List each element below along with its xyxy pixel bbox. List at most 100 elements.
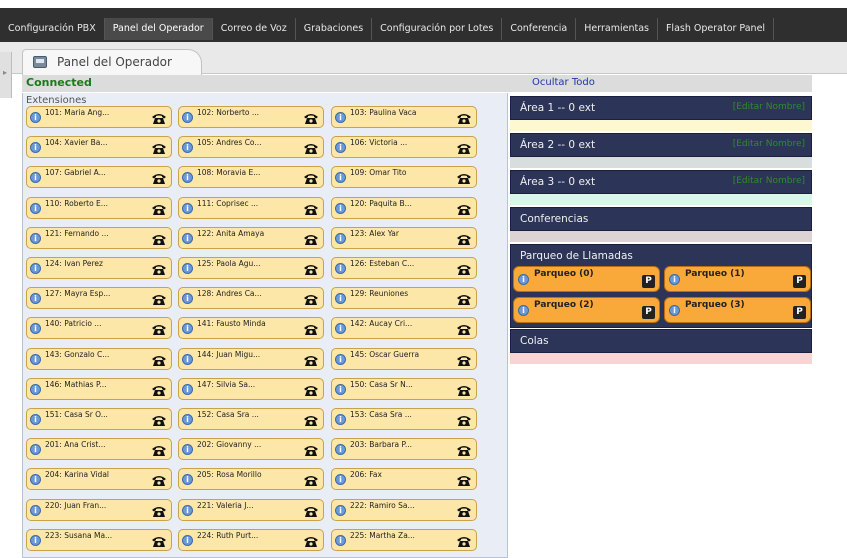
info-icon[interactable]: i <box>182 353 193 365</box>
telephone-icon[interactable] <box>151 203 167 216</box>
nav-item[interactable]: Panel del Operador <box>104 18 213 40</box>
extension-card[interactable]: i 147: Silvia Sa... <box>178 377 324 400</box>
telephone-icon[interactable] <box>151 414 167 427</box>
telephone-icon[interactable] <box>456 293 472 306</box>
telephone-icon[interactable] <box>456 505 472 518</box>
telephone-icon[interactable] <box>303 505 319 518</box>
info-icon[interactable]: i <box>30 232 41 244</box>
telephone-icon[interactable] <box>303 172 319 185</box>
extension-card[interactable]: i 127: Mayra Esp... <box>26 287 172 310</box>
info-icon[interactable]: i <box>30 263 41 274</box>
info-icon[interactable]: i <box>182 232 193 244</box>
extension-card[interactable]: i 107: Gabriel A... <box>26 166 172 189</box>
nav-item[interactable]: Flash Operator Panel <box>658 18 775 40</box>
extension-card[interactable]: i 202: Giovanny ... <box>178 438 324 461</box>
info-icon[interactable]: i <box>335 353 346 365</box>
info-icon[interactable]: i <box>30 534 41 546</box>
telephone-icon[interactable] <box>151 233 167 246</box>
info-icon[interactable]: i <box>182 323 193 335</box>
telephone-icon[interactable] <box>456 535 472 548</box>
info-icon[interactable]: i <box>182 414 193 425</box>
info-icon[interactable]: i <box>182 504 193 516</box>
extension-card[interactable]: i 206: Fax <box>331 468 477 491</box>
info-icon[interactable]: i <box>182 293 193 305</box>
telephone-icon[interactable] <box>303 142 319 155</box>
telephone-icon[interactable] <box>151 142 167 155</box>
extension-card[interactable]: i 223: Susana Ma... <box>26 528 172 551</box>
info-icon[interactable]: i <box>335 232 346 244</box>
telephone-icon[interactable] <box>303 535 319 548</box>
telephone-icon[interactable] <box>456 203 472 216</box>
parking-slot[interactable]: i Parqueo (0) P <box>513 266 660 292</box>
info-icon[interactable]: i <box>30 444 41 456</box>
info-icon[interactable]: i <box>30 353 41 365</box>
info-icon[interactable]: i <box>182 112 193 123</box>
extension-card[interactable]: i 121: Fernando ... <box>26 226 172 249</box>
info-icon[interactable]: i <box>335 112 346 123</box>
info-icon[interactable]: i <box>30 504 41 516</box>
telephone-icon[interactable] <box>303 414 319 427</box>
extension-card[interactable]: i 111: Coprisec ... <box>178 196 324 219</box>
edit-name-link[interactable]: [Editar Nombre] <box>733 102 805 112</box>
telephone-icon[interactable] <box>456 263 472 276</box>
extension-card[interactable]: i 205: Rosa Morillo <box>178 468 324 491</box>
info-icon[interactable]: i <box>335 383 346 395</box>
info-icon[interactable]: i <box>335 172 346 184</box>
info-icon[interactable]: i <box>182 383 193 395</box>
extension-card[interactable]: i 220: Juan Fran... <box>26 498 172 521</box>
parking-slot[interactable]: i Parqueo (2) P <box>513 297 660 323</box>
extension-card[interactable]: i 104: Xavier Ba... <box>26 136 172 159</box>
info-icon[interactable]: i <box>30 112 41 123</box>
telephone-icon[interactable] <box>456 354 472 367</box>
info-icon[interactable]: i <box>335 142 346 154</box>
edit-name-link[interactable]: [Editar Nombre] <box>733 139 805 149</box>
extension-card[interactable]: i 120: Paquita B... <box>331 196 477 219</box>
telephone-icon[interactable] <box>456 112 472 125</box>
info-icon[interactable]: i <box>182 172 193 184</box>
telephone-icon[interactable] <box>151 444 167 457</box>
extension-card[interactable]: i 203: Barbara P... <box>331 438 477 461</box>
telephone-icon[interactable] <box>303 263 319 276</box>
telephone-icon[interactable] <box>151 354 167 367</box>
nav-item[interactable]: Herramientas <box>576 18 658 40</box>
telephone-icon[interactable] <box>456 142 472 155</box>
telephone-icon[interactable] <box>456 323 472 336</box>
extension-card[interactable]: i 152: Casa Sra ... <box>178 408 324 430</box>
info-icon[interactable]: i <box>335 202 346 214</box>
telephone-icon[interactable] <box>151 293 167 306</box>
nav-item[interactable]: Configuración por Lotes <box>372 18 503 40</box>
info-icon[interactable]: i <box>30 323 41 335</box>
telephone-icon[interactable] <box>151 505 167 518</box>
nav-item[interactable]: Grabaciones <box>296 18 373 40</box>
tab-operator-panel[interactable]: Panel del Operador <box>22 49 202 75</box>
extension-card[interactable]: i 125: Paola Agu... <box>178 257 324 279</box>
extension-card[interactable]: i 150: Casa Sr N... <box>331 377 477 400</box>
extension-card[interactable]: i 128: Andres Ca... <box>178 287 324 310</box>
info-icon[interactable]: i <box>518 305 529 316</box>
telephone-icon[interactable] <box>151 172 167 185</box>
extension-card[interactable]: i 153: Casa Sra ... <box>331 408 477 430</box>
extension-card[interactable]: i 204: Karina Vidal <box>26 468 172 491</box>
info-icon[interactable]: i <box>30 383 41 395</box>
edit-name-link[interactable]: [Editar Nombre] <box>733 176 805 186</box>
telephone-icon[interactable] <box>151 263 167 276</box>
info-icon[interactable]: i <box>335 504 346 516</box>
telephone-icon[interactable] <box>151 474 167 487</box>
extension-card[interactable]: i 105: Andres Co... <box>178 136 324 159</box>
extension-card[interactable]: i 144: Juan Migu... <box>178 347 324 370</box>
info-icon[interactable]: i <box>669 305 680 316</box>
telephone-icon[interactable] <box>303 203 319 216</box>
telephone-icon[interactable] <box>151 535 167 548</box>
extension-card[interactable]: i 142: Aucay Cri... <box>331 317 477 340</box>
extension-card[interactable]: i 140: Patricio ... <box>26 317 172 340</box>
extension-card[interactable]: i 106: Victoria ... <box>331 136 477 159</box>
telephone-icon[interactable] <box>456 414 472 427</box>
info-icon[interactable]: i <box>182 444 193 456</box>
extension-card[interactable]: i 146: Mathias P... <box>26 377 172 400</box>
info-icon[interactable]: i <box>335 414 346 425</box>
telephone-icon[interactable] <box>151 384 167 397</box>
extension-card[interactable]: i 126: Esteban C... <box>331 257 477 279</box>
info-icon[interactable]: i <box>182 474 193 486</box>
extension-card[interactable]: i 101: Maria Ang... <box>26 106 172 128</box>
parking-slot[interactable]: i Parqueo (3) P <box>664 297 811 323</box>
